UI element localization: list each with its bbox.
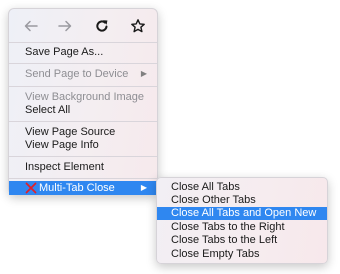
close-all-tabs-and-open-new-item[interactable]: Close All Tabs and Open New <box>157 207 327 220</box>
menu-separator <box>9 86 157 87</box>
submenu-item-label: Close All Tabs and Open New <box>171 207 317 219</box>
close-tabs-to-the-right-item[interactable]: Close Tabs to the Right <box>157 221 327 234</box>
close-other-tabs-item[interactable]: Close Other Tabs <box>157 194 327 207</box>
menu-item-label: View Page Info <box>25 139 99 151</box>
navigation-row <box>9 9 157 42</box>
multi-tab-close-submenu: Close All Tabs Close Other Tabs Close Al… <box>156 177 328 264</box>
select-all-item[interactable]: Select All <box>9 103 157 117</box>
close-empty-tabs-item[interactable]: Close Empty Tabs <box>157 248 327 261</box>
menu-item-label: Multi-Tab Close <box>39 182 115 194</box>
save-page-as-item[interactable]: Save Page As... <box>9 45 157 59</box>
menu-item-label: Save Page As... <box>25 46 104 58</box>
context-menu: Save Page As... Send Page to Device ▶ Vi… <box>8 8 158 195</box>
menu-separator <box>9 63 157 64</box>
submenu-item-label: Close Other Tabs <box>171 194 256 206</box>
arrow-left-icon <box>24 20 38 32</box>
menu-separator <box>9 42 157 43</box>
star-icon <box>131 19 145 33</box>
reload-icon <box>96 20 108 32</box>
menu-item-label: Inspect Element <box>25 161 104 173</box>
submenu-item-label: Close All Tabs <box>171 181 240 193</box>
submenu-item-label: Close Tabs to the Right <box>171 221 285 233</box>
menu-separator <box>9 121 157 122</box>
back-button[interactable] <box>19 14 43 38</box>
submenu-item-label: Close Empty Tabs <box>171 248 260 260</box>
send-page-to-device-item[interactable]: Send Page to Device ▶ <box>9 67 157 81</box>
red-x-icon <box>25 182 37 194</box>
menu-item-label: View Page Source <box>25 126 116 138</box>
menu-separator <box>9 156 157 157</box>
forward-button[interactable] <box>53 14 77 38</box>
menu-item-label: Select All <box>25 104 71 116</box>
inspect-element-item[interactable]: Inspect Element <box>9 160 157 174</box>
reload-button[interactable] <box>90 14 114 38</box>
view-page-info-item[interactable]: View Page Info <box>9 138 157 152</box>
submenu-item-label: Close Tabs to the Left <box>171 234 278 246</box>
view-background-image-item[interactable]: View Background Image <box>9 90 157 104</box>
multi-tab-close-item[interactable]: Multi-Tab Close ▶ <box>9 181 157 195</box>
close-tabs-to-the-left-item[interactable]: Close Tabs to the Left <box>157 234 327 247</box>
submenu-arrow-icon: ▶ <box>140 183 147 192</box>
bookmark-button[interactable] <box>126 14 150 38</box>
close-all-tabs-item[interactable]: Close All Tabs <box>157 181 327 194</box>
menu-item-label: Send Page to Device <box>25 68 129 80</box>
menu-item-label: View Background Image <box>25 91 145 103</box>
arrow-right-icon <box>58 20 72 32</box>
menu-separator <box>9 178 157 179</box>
view-page-source-item[interactable]: View Page Source <box>9 125 157 139</box>
submenu-arrow-icon: ▶ <box>140 69 147 78</box>
